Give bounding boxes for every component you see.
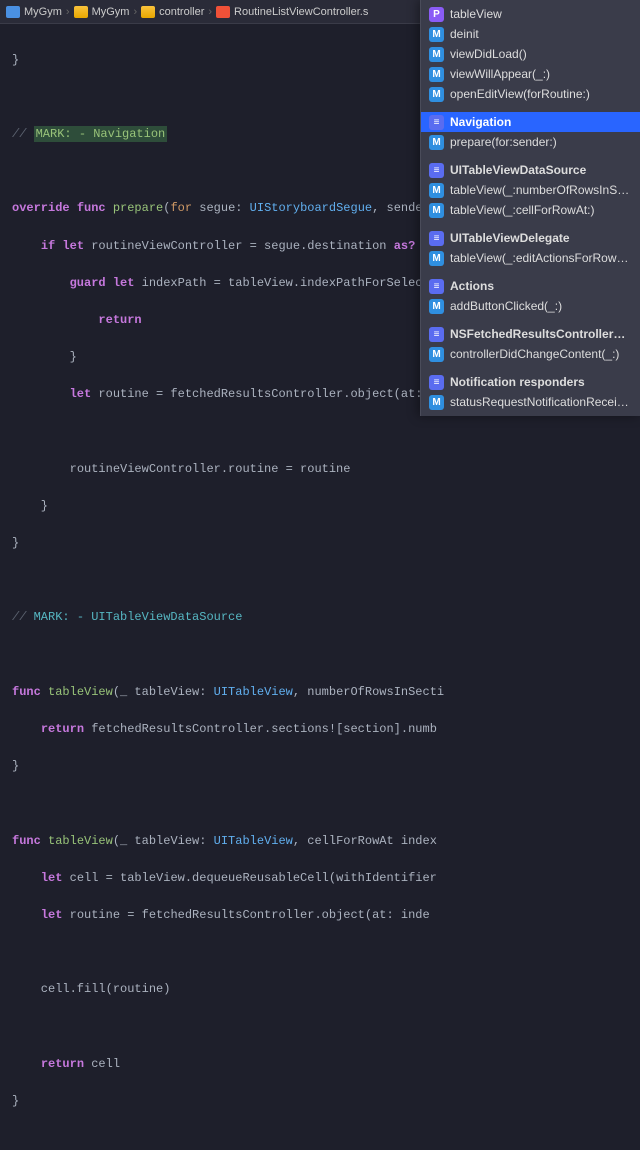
- separator: [421, 364, 640, 372]
- code-line: [12, 646, 640, 665]
- symbol-item[interactable]: ≡ NSFetchedResultsControllerDelegate: [421, 324, 640, 344]
- symbol-item[interactable]: MaddButtonClicked(_:): [421, 296, 640, 316]
- code-line: }: [12, 757, 640, 776]
- chevron-right-icon: ›: [66, 6, 70, 18]
- symbol-item[interactable]: MtableView(_:editActionsForRowAt:): [421, 248, 640, 268]
- code-line: // MARK: - UITableViewDataSource: [12, 608, 640, 627]
- method-icon: M: [429, 203, 444, 218]
- symbol-label: controllerDidChangeContent(_:): [450, 347, 619, 361]
- symbol-label: tableView(_:cellForRowAt:): [450, 203, 595, 217]
- symbol-item[interactable]: ≡ Actions: [421, 276, 640, 296]
- method-icon: M: [429, 27, 444, 42]
- symbol-label: statusRequestNotificationReceived(: [450, 395, 632, 409]
- symbol-item[interactable]: MopenEditView(forRoutine:): [421, 84, 640, 104]
- code-line: return cell: [12, 1055, 640, 1074]
- method-icon: M: [429, 395, 444, 410]
- chevron-right-icon: ›: [133, 6, 137, 18]
- proj-icon: [6, 6, 20, 18]
- method-icon: M: [429, 47, 444, 62]
- symbol-label: Actions: [450, 279, 494, 293]
- section-icon: ≡: [429, 375, 444, 390]
- code-line: [12, 422, 640, 441]
- separator: [421, 104, 640, 112]
- method-icon: M: [429, 347, 444, 362]
- symbol-label: openEditView(forRoutine:): [450, 87, 590, 101]
- section-icon: ≡: [429, 163, 444, 178]
- section-icon: ≡: [429, 231, 444, 246]
- code-line: }: [12, 1092, 640, 1111]
- symbol-item[interactable]: Mdeinit: [421, 24, 640, 44]
- section-icon: ≡: [429, 327, 444, 342]
- method-icon: M: [429, 67, 444, 82]
- breadcrumb-item[interactable]: RoutineListViewController.s: [216, 6, 368, 18]
- symbol-item[interactable]: ≡ UITableViewDelegate: [421, 228, 640, 248]
- symbol-label: UITableViewDataSource: [450, 163, 586, 177]
- separator: [421, 220, 640, 228]
- method-icon: M: [429, 299, 444, 314]
- symbol-item[interactable]: MviewWillAppear(_:): [421, 64, 640, 84]
- symbol-item[interactable]: Mprepare(for:sender:): [421, 132, 640, 152]
- section-icon: ≡: [429, 279, 444, 294]
- symbol-item[interactable]: MtableView(_:numberOfRowsInSection: [421, 180, 640, 200]
- property-icon: P: [429, 7, 444, 22]
- breadcrumb-item[interactable]: MyGym: [74, 6, 130, 18]
- separator: [421, 316, 640, 324]
- folder-icon: [74, 6, 88, 18]
- breadcrumb-item[interactable]: controller: [141, 6, 204, 18]
- breadcrumb-label: controller: [159, 6, 204, 18]
- symbol-item[interactable]: MtableView(_:cellForRowAt:): [421, 200, 640, 220]
- symbol-label: deinit: [450, 27, 479, 41]
- symbol-label: Notification responders: [450, 375, 585, 389]
- code-line: [12, 794, 640, 813]
- code-line: let routine = fetchedResultsController.o…: [12, 906, 640, 925]
- separator: [421, 268, 640, 276]
- method-icon: M: [429, 87, 444, 102]
- symbol-item[interactable]: MstatusRequestNotificationReceived(: [421, 392, 640, 412]
- code-line: }: [12, 497, 640, 516]
- code-line: func tableView(_ tableView: UITableView,…: [12, 683, 640, 702]
- code-line: [12, 1017, 640, 1036]
- symbol-label: tableView(_:numberOfRowsInSection: [450, 183, 632, 197]
- code-line: }: [12, 534, 640, 553]
- separator: [421, 152, 640, 160]
- code-line: [12, 571, 640, 590]
- symbol-label: UITableViewDelegate: [450, 231, 570, 245]
- breadcrumb-label: MyGym: [24, 6, 62, 18]
- symbol-label: prepare(for:sender:): [450, 135, 557, 149]
- code-line: [12, 943, 640, 962]
- symbol-label: addButtonClicked(_:): [450, 299, 562, 313]
- symbol-label: viewWillAppear(_:): [450, 67, 550, 81]
- symbol-label: tableView: [450, 7, 502, 21]
- symbol-item[interactable]: PtableView: [421, 4, 640, 24]
- symbol-label: NSFetchedResultsControllerDelegate: [450, 327, 632, 341]
- symbol-label: tableView(_:editActionsForRowAt:): [450, 251, 632, 265]
- method-icon: M: [429, 183, 444, 198]
- code-line: [12, 1129, 640, 1148]
- section-icon: ≡: [429, 115, 444, 130]
- symbol-item[interactable]: ≡ Notification responders: [421, 372, 640, 392]
- symbol-label: Navigation: [450, 115, 511, 129]
- code-line: routineViewController.routine = routine: [12, 460, 640, 479]
- method-icon: M: [429, 251, 444, 266]
- symbol-popup[interactable]: PtableViewMdeinitMviewDidLoad()MviewWill…: [420, 0, 640, 416]
- breadcrumb-label: RoutineListViewController.s: [234, 6, 368, 18]
- symbol-item[interactable]: ≡ Navigation: [421, 112, 640, 132]
- swift-icon: [216, 6, 230, 18]
- breadcrumb-item[interactable]: MyGym: [6, 6, 62, 18]
- symbol-label: viewDidLoad(): [450, 47, 527, 61]
- symbol-item[interactable]: MviewDidLoad(): [421, 44, 640, 64]
- code-line: func tableView(_ tableView: UITableView,…: [12, 832, 640, 851]
- method-icon: M: [429, 135, 444, 150]
- chevron-right-icon: ›: [208, 6, 212, 18]
- folder-icon: [141, 6, 155, 18]
- code-line: let cell = tableView.dequeueReusableCell…: [12, 869, 640, 888]
- symbol-item[interactable]: McontrollerDidChangeContent(_:): [421, 344, 640, 364]
- code-line: cell.fill(routine): [12, 980, 640, 999]
- symbol-item[interactable]: ≡ UITableViewDataSource: [421, 160, 640, 180]
- breadcrumb-label: MyGym: [92, 6, 130, 18]
- code-line: return fetchedResultsController.sections…: [12, 720, 640, 739]
